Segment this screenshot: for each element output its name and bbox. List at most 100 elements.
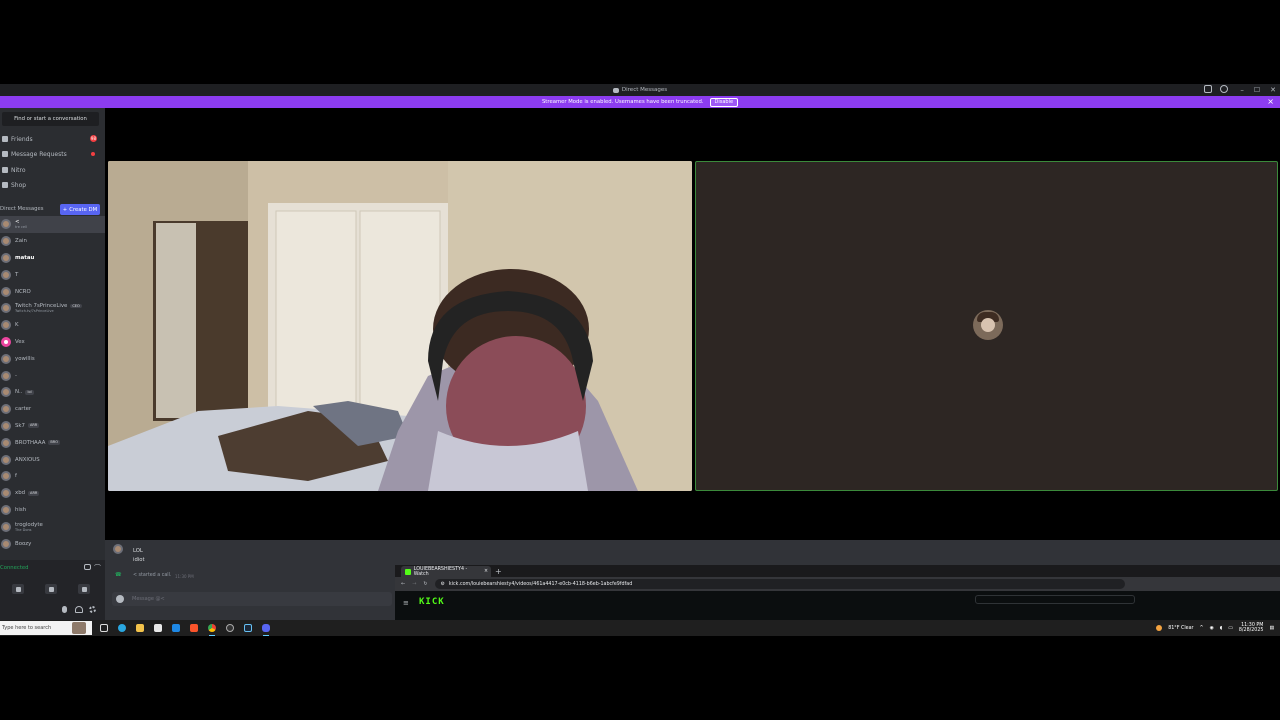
friends-badge: 98 [89, 135, 97, 142]
dm-item[interactable]: troglodyte The Dons [0, 518, 105, 535]
remote-participant-tile[interactable] [695, 161, 1278, 491]
headphones-icon[interactable] [75, 606, 83, 613]
nav-nitro[interactable]: Nitro [0, 163, 105, 177]
close-banner-icon[interactable]: × [1267, 97, 1274, 106]
file-explorer-icon[interactable] [134, 622, 146, 634]
nav-shop[interactable]: Shop [0, 178, 105, 192]
mail-icon[interactable] [170, 622, 182, 634]
dm-item[interactable]: N.. lol [0, 384, 105, 401]
kick-logo[interactable]: KICK [419, 597, 445, 607]
message-requests-icon [2, 151, 8, 157]
chat-message: idiot [133, 557, 145, 563]
dm-name: f [15, 473, 17, 480]
streamer-mode-banner: Streamer Mode is enabled. Usernames have… [0, 96, 1280, 108]
dm-item[interactable]: Zain [0, 233, 105, 250]
help-icon[interactable] [1220, 85, 1228, 93]
dm-name: Boozy [15, 540, 32, 547]
avatar [1, 269, 11, 280]
new-tab-button[interactable]: + [495, 567, 502, 577]
dm-status: tre cell [15, 225, 28, 230]
edge-icon[interactable] [116, 622, 128, 634]
network-icon[interactable]: ◉ [1210, 626, 1214, 631]
disable-streamer-mode-button[interactable]: Disable [709, 97, 739, 107]
avatar [1, 420, 11, 431]
maximize-button[interactable]: ☐ [1254, 86, 1260, 94]
inbox-icon[interactable] [1204, 85, 1212, 93]
camera-icon [15, 586, 21, 592]
dm-item[interactable]: yowillis [0, 350, 105, 367]
camera-button[interactable] [12, 584, 24, 594]
dm-item[interactable]: Twitch 7sPrinceLive CEO Twitch.tv/7sPrince… [0, 300, 105, 317]
dm-item[interactable]: carter [0, 401, 105, 418]
dm-tag: ARR [27, 423, 40, 429]
nav-friends[interactable]: Friends 98 [0, 132, 105, 146]
battery-icon[interactable]: ▭ [1228, 626, 1233, 631]
dm-item[interactable]: NCRO [0, 283, 105, 300]
nav-label: Shop [11, 181, 27, 189]
local-camera-tile[interactable] [108, 161, 692, 491]
dm-item[interactable]: < tre cell [0, 216, 105, 233]
discord-taskbar-icon[interactable] [260, 622, 272, 636]
kick-search-input[interactable] [975, 595, 1135, 604]
close-tab-icon[interactable]: × [484, 569, 488, 574]
browser-toolbar: ← → ↻ ⚙ kick.com/louiebearshiesty4/video… [395, 577, 1280, 591]
weather-text[interactable]: 81°F Clear [1168, 626, 1193, 631]
tab-title: LOUIEBEARSHIESTY4 - Watch [413, 566, 468, 577]
dm-item[interactable]: hish [0, 502, 105, 519]
message-input[interactable]: Message @< [112, 592, 392, 606]
steam-icon[interactable] [242, 622, 254, 634]
browser-tab-kick[interactable]: LOUIEBEARSHIESTY4 - Watch × [401, 566, 491, 577]
close-window-button[interactable]: ✕ [1270, 86, 1276, 94]
obs-icon[interactable] [224, 622, 236, 634]
nav-label: Friends [11, 135, 33, 143]
volume-icon[interactable]: ◖ [1220, 626, 1223, 631]
menu-icon[interactable]: ≡ [403, 599, 409, 607]
dm-item[interactable]: BROTHAAA BRO [0, 434, 105, 451]
microphone-icon[interactable] [62, 606, 67, 613]
dm-item[interactable]: Boozy [0, 535, 105, 552]
tray-overflow-icon[interactable]: ^ [1200, 626, 1204, 631]
dm-item[interactable]: - [0, 367, 105, 384]
dm-name: - [15, 372, 17, 379]
soundboard-button[interactable] [78, 584, 90, 594]
taskbar-search-input[interactable]: Type here to search [0, 621, 92, 635]
store-icon[interactable] [152, 622, 164, 634]
brave-icon[interactable] [188, 622, 200, 634]
banner-text: Streamer Mode is enabled. Usernames have… [541, 99, 704, 105]
dm-item[interactable]: matau [0, 250, 105, 267]
avatar [1, 219, 11, 230]
task-view-icon[interactable] [98, 622, 110, 634]
notifications-icon[interactable]: ▤ [1269, 626, 1274, 631]
call-timestamp: 11:30 PM [175, 574, 194, 579]
dm-name: T [15, 271, 19, 278]
minimize-button[interactable]: – [1240, 86, 1244, 94]
dm-item[interactable]: Sk7 ARR [0, 418, 105, 435]
activity-button[interactable] [45, 584, 57, 594]
nav-message-requests[interactable]: Message Requests [0, 147, 105, 161]
dm-name: Vex [15, 338, 25, 345]
disconnect-icon[interactable]: ⌒ [94, 563, 101, 573]
back-icon[interactable]: ← [401, 581, 405, 587]
chrome-icon[interactable] [206, 622, 218, 636]
dm-item[interactable]: T [0, 266, 105, 283]
find-conversation-button[interactable]: Find or start a conversation [2, 112, 99, 126]
dm-name: Zain [15, 238, 27, 245]
noise-suppression-icon[interactable] [84, 564, 91, 570]
chat-message: LOL [133, 548, 143, 554]
address-bar[interactable]: ⚙ kick.com/louiebearshiesty4/videos/461a… [434, 579, 1125, 589]
create-dm-button[interactable]: + Create DM [60, 204, 100, 215]
dm-item[interactable]: Vex [0, 334, 105, 351]
settings-gear-icon[interactable] [89, 606, 96, 613]
attach-plus-icon[interactable] [116, 595, 124, 603]
dm-item[interactable]: xbd ARR [0, 485, 105, 502]
dm-item[interactable]: ANXIOUS [0, 451, 105, 468]
avatar [1, 303, 11, 314]
clock[interactable]: 11:30 PM 8/28/2025 [1239, 623, 1264, 633]
dm-item[interactable]: K [0, 317, 105, 334]
avatar [1, 370, 11, 381]
avatar [1, 538, 11, 549]
forward-icon[interactable]: → [412, 581, 416, 587]
dm-item[interactable]: f [0, 468, 105, 485]
reload-icon[interactable]: ↻ [423, 581, 427, 587]
dm-name: hish [15, 506, 27, 513]
